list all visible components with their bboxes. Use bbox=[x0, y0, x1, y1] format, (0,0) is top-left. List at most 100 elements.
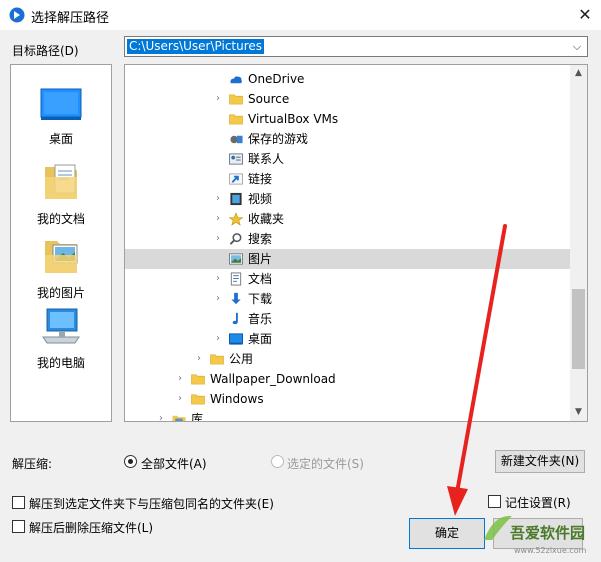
watermark-url: www.52zixue.com bbox=[514, 546, 587, 555]
place-label: 我的文档 bbox=[36, 212, 85, 226]
new-folder-label: 新建文件夹(N) bbox=[500, 454, 580, 468]
new-folder-button[interactable]: 新建文件夹(N) bbox=[495, 450, 585, 473]
tree-item-label: 链接 bbox=[248, 172, 273, 186]
expand-chevron-icon[interactable]: › bbox=[212, 229, 224, 249]
documents-icon bbox=[230, 272, 242, 286]
favorites-icon bbox=[228, 212, 244, 226]
tree-item[interactable]: VirtualBox VMs bbox=[125, 109, 571, 129]
extract-to-same-name-label[interactable]: 解压到选定文件夹下与压缩包同名的文件夹(E) bbox=[29, 495, 274, 512]
contacts-icon bbox=[229, 153, 243, 165]
expand-chevron-icon[interactable]: › bbox=[155, 409, 167, 421]
tree-item[interactable]: 图片 bbox=[125, 249, 571, 269]
tree-item[interactable]: › 搜索 bbox=[125, 229, 571, 249]
tree-item[interactable]: › Source bbox=[125, 89, 571, 109]
videos-icon bbox=[230, 192, 242, 206]
tree-item[interactable]: › 视频 bbox=[125, 189, 571, 209]
expand-chevron-icon[interactable]: › bbox=[212, 209, 224, 229]
tree-item[interactable]: › Wallpaper_Download bbox=[125, 369, 571, 389]
tree-item-label: VirtualBox VMs bbox=[248, 112, 339, 126]
tree-item[interactable]: 音乐 bbox=[125, 309, 571, 329]
expand-chevron-icon[interactable]: › bbox=[212, 89, 224, 109]
tree-item[interactable]: › 库 bbox=[125, 409, 571, 422]
desktop-icon bbox=[40, 88, 82, 120]
folder-icon bbox=[229, 94, 243, 105]
tree-item-label: 库 bbox=[191, 412, 204, 422]
place-computer[interactable]: 我的电脑 bbox=[11, 307, 111, 371]
place-label: 桌面 bbox=[48, 132, 73, 146]
folder-icon bbox=[191, 374, 205, 385]
tree-item-label: OneDrive bbox=[248, 72, 305, 86]
tree-item[interactable]: › 收藏夹 bbox=[125, 209, 571, 229]
folder-icon bbox=[191, 394, 205, 405]
pictures-icon bbox=[45, 241, 78, 273]
vertical-scrollbar[interactable]: ▲ ▼ bbox=[570, 65, 587, 421]
tree-item[interactable]: › 公用 bbox=[125, 349, 571, 369]
place-documents[interactable]: 我的文档 bbox=[11, 159, 111, 227]
pictures-icon bbox=[229, 253, 243, 265]
tree-item[interactable]: › Windows bbox=[125, 389, 571, 409]
saved-games-icon bbox=[230, 135, 243, 144]
delete-after-checkbox[interactable] bbox=[12, 520, 25, 533]
extract-to-same-name-checkbox[interactable] bbox=[12, 496, 25, 509]
expand-chevron-icon[interactable]: › bbox=[193, 349, 205, 369]
target-path-label: 目标路径(D) bbox=[12, 44, 79, 58]
tree-item[interactable]: › 下载 bbox=[125, 289, 571, 309]
tree-item[interactable]: 联系人 bbox=[125, 149, 571, 169]
tree-item[interactable]: › 桌面 bbox=[125, 329, 571, 349]
extract-label: 解压缩: bbox=[12, 457, 53, 471]
music-icon bbox=[232, 312, 238, 325]
scroll-up-arrow[interactable]: ▲ bbox=[570, 65, 587, 82]
expand-chevron-icon[interactable]: › bbox=[212, 289, 224, 309]
tree-item-label: Wallpaper_Download bbox=[210, 372, 336, 386]
expand-chevron-icon[interactable]: › bbox=[212, 329, 224, 349]
places-panel: 桌面 我的文档 我的图片 我的电脑 bbox=[10, 64, 112, 422]
scroll-thumb[interactable] bbox=[572, 289, 585, 369]
title-bar: 选择解压路径 ✕ bbox=[0, 0, 601, 31]
tree-item-label: 公用 bbox=[229, 352, 254, 366]
expand-chevron-icon[interactable]: › bbox=[212, 269, 224, 289]
tree-item[interactable]: OneDrive bbox=[125, 69, 571, 89]
search-icon bbox=[229, 233, 242, 245]
downloads-icon bbox=[231, 292, 241, 305]
expand-chevron-icon[interactable]: › bbox=[212, 189, 224, 209]
target-path-value[interactable]: C:\Users\User\Pictures bbox=[127, 39, 265, 54]
tree-item-label: 保存的游戏 bbox=[248, 132, 309, 146]
place-desktop[interactable]: 桌面 bbox=[11, 87, 111, 147]
place-label: 我的电脑 bbox=[36, 356, 85, 370]
folder-icon bbox=[229, 114, 243, 125]
tree-item[interactable]: 保存的游戏 bbox=[125, 129, 571, 149]
folder-tree[interactable]: OneDrive › Source VirtualBox VMs 保存的游戏联系人链接 ›… bbox=[124, 64, 588, 422]
selected-files-radio[interactable] bbox=[271, 455, 284, 468]
close-button[interactable]: ✕ bbox=[572, 3, 598, 27]
expand-chevron-icon[interactable]: › bbox=[174, 369, 186, 389]
tree-item-label: 联系人 bbox=[248, 152, 285, 166]
tree-item-label: 音乐 bbox=[248, 312, 273, 326]
chevron-down-icon[interactable]: ⌵ bbox=[569, 38, 585, 55]
tree-item[interactable]: 链接 bbox=[125, 169, 571, 189]
onedrive-icon bbox=[230, 76, 242, 84]
expand-chevron-icon[interactable]: › bbox=[174, 389, 186, 409]
documents-icon bbox=[45, 164, 77, 199]
computer-icon bbox=[42, 308, 80, 344]
app-logo-icon bbox=[9, 7, 25, 23]
selected-files-label: 选定的文件(S) bbox=[287, 457, 364, 471]
all-files-radio[interactable] bbox=[124, 455, 137, 468]
all-files-label[interactable]: 全部文件(A) bbox=[141, 455, 207, 472]
links-icon bbox=[229, 173, 243, 185]
tree-item-label: Source bbox=[248, 92, 290, 106]
tree-item-label: 图片 bbox=[248, 252, 273, 266]
folder-icon bbox=[210, 354, 224, 365]
remember-settings-checkbox[interactable] bbox=[488, 495, 501, 508]
place-pictures[interactable]: 我的图片 bbox=[11, 233, 111, 301]
window-title: 选择解压路径 bbox=[31, 11, 110, 26]
tree-item[interactable]: › 文档 bbox=[125, 269, 571, 289]
delete-after-label[interactable]: 解压后删除压缩文件(L) bbox=[29, 519, 153, 536]
place-label: 我的图片 bbox=[36, 286, 85, 300]
scroll-down-arrow[interactable]: ▼ bbox=[570, 404, 587, 421]
tree-item-label: 视频 bbox=[248, 192, 273, 206]
close-icon: ✕ bbox=[578, 5, 592, 24]
target-path-combobox[interactable]: C:\Users\User\Pictures ⌵ bbox=[124, 36, 588, 57]
tree-item-label: 搜索 bbox=[248, 232, 273, 246]
tree-item-label: 文档 bbox=[248, 272, 273, 286]
watermark-brand: 吾爱软件园 bbox=[510, 524, 586, 542]
